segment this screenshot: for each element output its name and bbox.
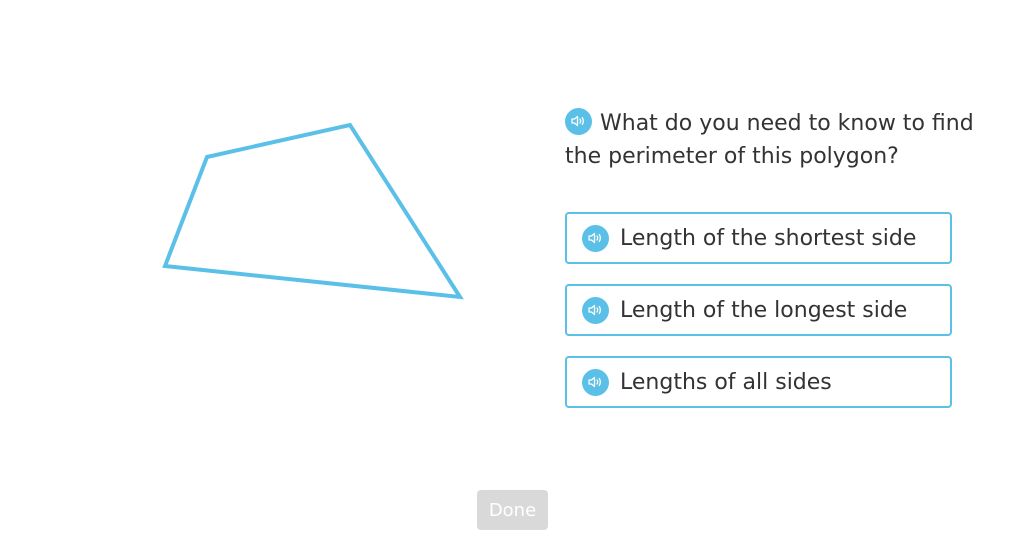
answer-options: Length of the shortest side Length of th… [565, 212, 952, 428]
speaker-icon[interactable] [582, 368, 609, 396]
quadrilateral-shape [162, 122, 464, 300]
polygon-figure [162, 122, 464, 300]
option-shortest-side[interactable]: Length of the shortest side [565, 212, 952, 264]
done-button[interactable]: Done [477, 490, 548, 530]
option-all-sides[interactable]: Lengths of all sides [565, 356, 952, 408]
option-label: Length of the shortest side [620, 225, 917, 251]
speaker-icon[interactable] [582, 296, 609, 324]
option-label: Length of the longest side [620, 297, 908, 323]
question-prompt: What do you need to know to find the per… [565, 107, 985, 173]
option-label: Lengths of all sides [620, 369, 832, 395]
question-text: What do you need to know to find the per… [565, 111, 974, 169]
option-longest-side[interactable]: Length of the longest side [565, 284, 952, 336]
speaker-icon[interactable] [582, 224, 609, 252]
speaker-icon[interactable] [565, 107, 592, 135]
exercise-screen: What do you need to know to find the per… [0, 0, 1024, 560]
